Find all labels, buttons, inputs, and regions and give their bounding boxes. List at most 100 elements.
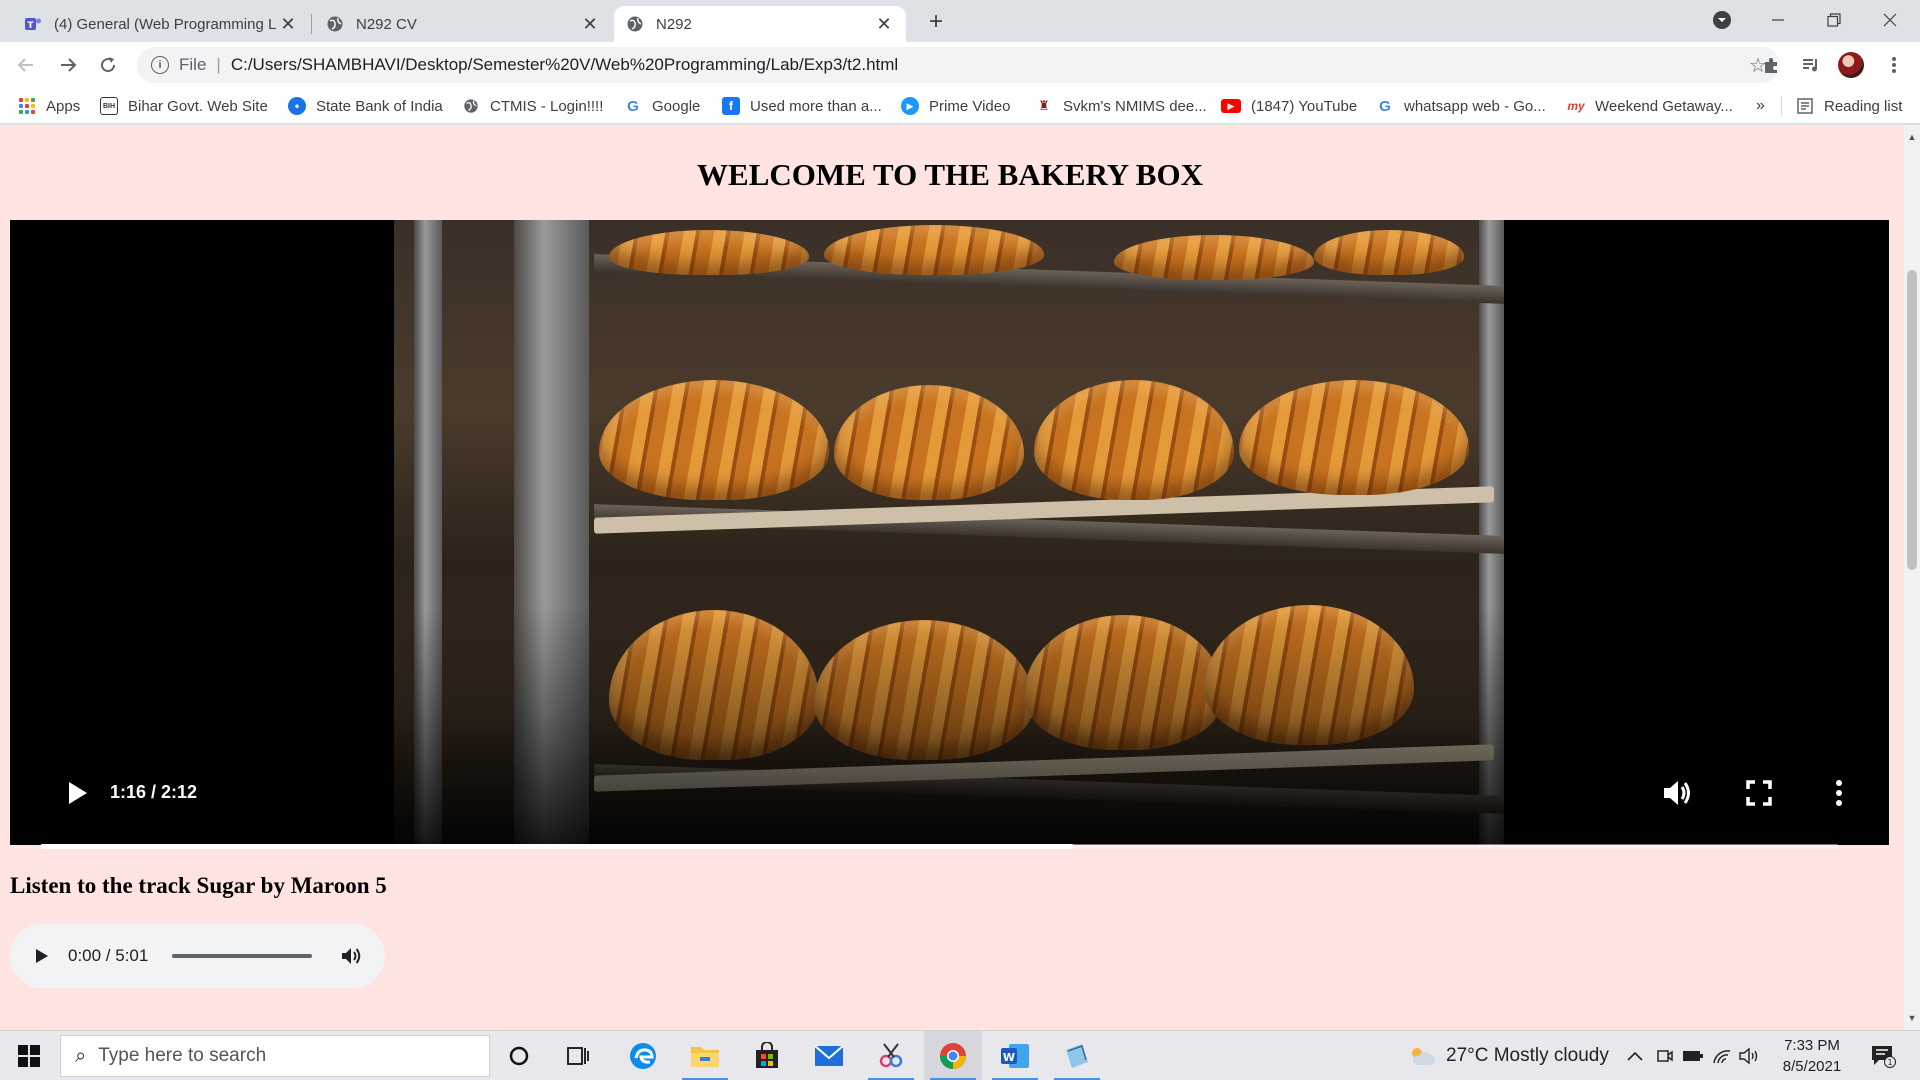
- url-text[interactable]: C:/Users/SHAMBHAVI/Desktop/Semester%20V/…: [231, 55, 898, 75]
- meet-now-icon[interactable]: [1653, 1043, 1677, 1069]
- close-icon[interactable]: ✕: [580, 14, 600, 34]
- start-button[interactable]: [0, 1031, 58, 1080]
- scroll-down-arrow[interactable]: ▼: [1904, 1010, 1920, 1026]
- croissant: [609, 230, 809, 275]
- croissant: [1314, 230, 1464, 275]
- scroll-up-arrow[interactable]: ▲: [1904, 129, 1920, 145]
- task-view-icon: [567, 1047, 589, 1065]
- media-control-icon[interactable]: [1797, 51, 1825, 79]
- video-more-options-button[interactable]: [1819, 775, 1859, 811]
- tab-teams-general[interactable]: T (4) General (Web Programming L ✕: [12, 6, 310, 42]
- video-player[interactable]: 1:16 / 2:12: [10, 220, 1889, 845]
- kebab-menu-icon[interactable]: [1880, 51, 1908, 79]
- wifi-icon[interactable]: [1710, 1043, 1734, 1069]
- google-icon: G: [1379, 97, 1391, 115]
- bookmark-label: Apps: [46, 97, 81, 115]
- taskbar-notepad[interactable]: [1048, 1031, 1106, 1080]
- windows-logo-icon: [18, 1045, 40, 1067]
- tab-n292[interactable]: N292 ✕: [614, 6, 906, 42]
- notification-icon: 1: [1872, 1046, 1896, 1068]
- arrow-right-icon: [61, 58, 77, 72]
- restore-button[interactable]: [1806, 0, 1862, 40]
- audio-player[interactable]: 0:00 / 5:01: [10, 924, 385, 988]
- close-icon[interactable]: ✕: [278, 14, 298, 34]
- google-icon: G: [627, 97, 639, 115]
- bookmark-apps[interactable]: Apps: [18, 88, 80, 124]
- chevron-up-icon[interactable]: [1623, 1043, 1647, 1069]
- cortana-button[interactable]: [490, 1031, 548, 1080]
- speaker-icon[interactable]: [1738, 1043, 1762, 1069]
- video-progress-bar[interactable]: [40, 844, 1839, 849]
- page-scrollbar[interactable]: ▲ ▼: [1904, 125, 1920, 1030]
- bookmark-facebook[interactable]: f Used more than a...: [722, 88, 882, 124]
- volume-icon: [342, 948, 361, 964]
- minimize-button[interactable]: [1750, 0, 1806, 40]
- action-center-button[interactable]: 1: [1868, 1043, 1898, 1069]
- bookmark-nmims[interactable]: ♜ Svkm's NMIMS dee...: [1035, 88, 1207, 124]
- weather-icon[interactable]: [1407, 1043, 1437, 1069]
- chevron-down-icon: [1713, 11, 1731, 29]
- task-view-button[interactable]: [550, 1031, 608, 1080]
- bookmark-label: State Bank of India: [316, 97, 443, 115]
- page-title: WELCOME TO THE BAKERY BOX: [697, 157, 1203, 192]
- search-icon: ⌕: [75, 1044, 87, 1067]
- bookmark-ctmis[interactable]: CTMIS - Login!!!!: [462, 88, 603, 124]
- bookmark-label: Google: [652, 97, 701, 115]
- profile-avatar[interactable]: [1838, 52, 1864, 78]
- audio-progress-bar[interactable]: [172, 954, 312, 958]
- audio-play-button[interactable]: [30, 944, 54, 968]
- battery-icon[interactable]: [1681, 1043, 1705, 1069]
- bookmark-youtube[interactable]: ▶ (1847) YouTube: [1221, 88, 1357, 124]
- video-mute-button[interactable]: [1658, 775, 1698, 811]
- teams-icon: T: [24, 15, 42, 33]
- tab-title: (4) General (Web Programming L: [54, 15, 277, 33]
- taskbar-file-explorer[interactable]: [676, 1031, 734, 1080]
- chrome-icon: [939, 1043, 967, 1070]
- bookmark-prime-video[interactable]: ▶ Prime Video: [901, 88, 1010, 124]
- taskbar-edge[interactable]: [614, 1031, 672, 1080]
- scheme-label: File: [179, 55, 207, 74]
- tab-search-button[interactable]: [1694, 0, 1750, 40]
- reload-button[interactable]: [92, 49, 124, 81]
- close-icon[interactable]: ✕: [874, 14, 894, 34]
- new-tab-button[interactable]: +: [922, 8, 950, 36]
- tab-n292-cv[interactable]: N292 CV ✕: [314, 6, 612, 42]
- bookmark-sbi[interactable]: • State Bank of India: [288, 88, 443, 124]
- reading-list-button[interactable]: Reading list: [1796, 88, 1902, 124]
- reading-list-label: Reading list: [1824, 97, 1903, 115]
- bookmark-weekend-getaway[interactable]: my Weekend Getaway...: [1567, 88, 1733, 124]
- info-icon[interactable]: i: [151, 56, 169, 74]
- globe-icon: [626, 15, 644, 33]
- taskbar-snip-sketch[interactable]: [862, 1031, 920, 1080]
- arrow-left-icon: [17, 58, 33, 72]
- facebook-icon: f: [722, 97, 740, 115]
- video-play-button[interactable]: [60, 775, 96, 811]
- taskbar-clock[interactable]: 7:33 PM 8/5/2021: [1768, 1035, 1856, 1077]
- taskbar-store[interactable]: [738, 1031, 796, 1080]
- extensions-icon[interactable]: [1757, 51, 1785, 79]
- bookmark-google[interactable]: G Google: [624, 88, 700, 124]
- taskbar-chrome[interactable]: [924, 1031, 982, 1080]
- taskbar-search-box[interactable]: ⌕ Type here to search: [60, 1035, 490, 1077]
- notepad-icon: [1066, 1044, 1088, 1068]
- tab-strip: T (4) General (Web Programming L ✕ N292 …: [0, 0, 1920, 42]
- audio-time-display: 0:00 / 5:01: [68, 946, 149, 965]
- bookmark-whatsapp-web[interactable]: G whatsapp web - Go...: [1376, 88, 1546, 124]
- back-button[interactable]: [10, 49, 42, 81]
- forward-button[interactable]: [52, 49, 84, 81]
- weather-text[interactable]: 27°C Mostly cloudy: [1446, 1031, 1609, 1080]
- taskbar-word[interactable]: W: [986, 1031, 1044, 1080]
- video-fullscreen-button[interactable]: [1739, 775, 1779, 811]
- bookmark-bihar[interactable]: BIH Bihar Govt. Web Site: [100, 88, 268, 124]
- croissant: [1114, 235, 1314, 280]
- bookmark-label: Weekend Getaway...: [1595, 97, 1733, 115]
- scrollbar-thumb[interactable]: [1907, 270, 1917, 570]
- audio-mute-button[interactable]: [340, 944, 364, 968]
- croissant: [824, 225, 1044, 275]
- close-window-button[interactable]: [1862, 0, 1918, 40]
- folder-icon: [691, 1047, 719, 1067]
- bookmarks-overflow-button[interactable]: »: [1756, 88, 1765, 124]
- taskbar-mail[interactable]: [800, 1031, 858, 1080]
- scheme-divider: |: [216, 55, 221, 74]
- address-bar[interactable]: i File | C:/Users/SHAMBHAVI/Desktop/Seme…: [137, 47, 1780, 83]
